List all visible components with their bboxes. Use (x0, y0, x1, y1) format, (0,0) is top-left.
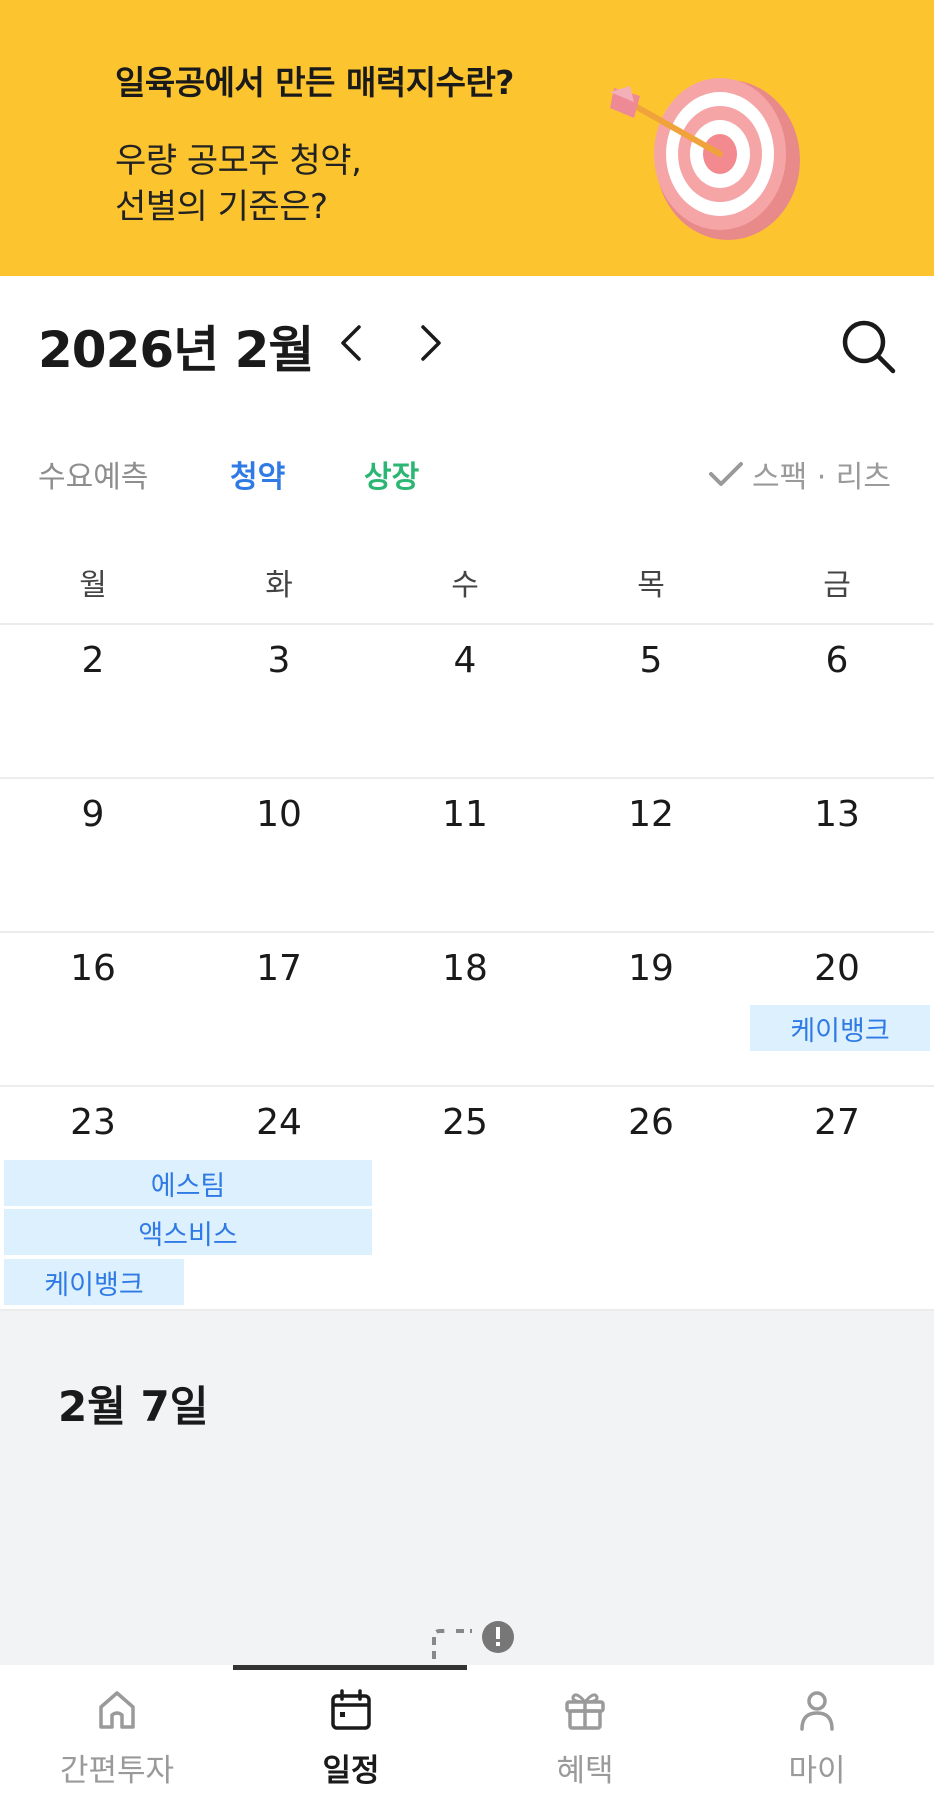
calendar-day[interactable]: 4 (372, 640, 558, 681)
week-divider (0, 623, 934, 625)
calendar-day[interactable]: 17 (186, 948, 372, 989)
banner-subtitle-line1: 우량 공모주 청약, (115, 141, 362, 181)
tab-schedule[interactable]: 일정 (234, 1687, 468, 1790)
calendar-day[interactable]: 16 (0, 948, 186, 989)
filter-listing[interactable]: 상장 (364, 452, 419, 496)
tab-label: 혜택 (556, 1753, 614, 1789)
weekday-header: 월 화 수 목 금 (0, 560, 934, 624)
calendar-day[interactable]: 11 (372, 794, 558, 835)
calendar-day[interactable]: 19 (558, 948, 744, 989)
prev-month-button[interactable] (326, 318, 376, 368)
filter-spac-reits-label: 스팩 · 리츠 (752, 460, 892, 495)
banner-title: 일육공에서 만든 매력지수란? (115, 63, 514, 102)
calendar-day[interactable]: 13 (744, 794, 930, 835)
weekday-thu: 목 (637, 568, 665, 603)
event-chip[interactable]: 케이뱅크 (4, 1259, 184, 1305)
event-chip[interactable]: 에스팀 (4, 1160, 372, 1206)
calendar-day[interactable]: 23 (0, 1102, 186, 1143)
calendar-day[interactable]: 25 (372, 1102, 558, 1143)
dart-target-icon (610, 78, 800, 240)
tab-label: 마이 (788, 1753, 846, 1789)
search-button[interactable] (838, 316, 898, 376)
filter-spac-reits[interactable]: 스팩 · 리츠 (708, 452, 891, 496)
chevron-right-icon (421, 325, 441, 361)
filter-subscription[interactable]: 청약 (230, 452, 285, 496)
tab-label: 간편투자 (59, 1753, 175, 1789)
event-chip[interactable]: 케이뱅크 (750, 1005, 930, 1051)
weekday-wed: 수 (451, 568, 479, 603)
banner-subtitle: 우량 공모주 청약, 선별의 기준은? (115, 138, 362, 230)
search-icon (842, 320, 896, 374)
chevron-left-icon (341, 325, 361, 361)
tab-my[interactable]: 마이 (700, 1687, 934, 1790)
calendar-day[interactable]: 6 (744, 640, 930, 681)
weekday-fri: 금 (823, 568, 851, 603)
month-title: 2026년 2월 (38, 321, 314, 379)
next-month-button[interactable] (406, 318, 456, 368)
person-icon (800, 1691, 834, 1731)
calendar-day[interactable]: 3 (186, 640, 372, 681)
calendar-day[interactable]: 10 (186, 794, 372, 835)
weekday-tue: 화 (265, 568, 293, 603)
week-divider (0, 1085, 934, 1087)
filter-demand-forecast[interactable]: 수요예측 (38, 452, 148, 496)
selected-date-panel: 2월 7일 (0, 1311, 934, 1665)
calendar-icon (331, 1689, 371, 1730)
selected-date-title: 2월 7일 (58, 1382, 209, 1431)
banner-subtitle-line2: 선별의 기준은? (115, 187, 328, 227)
calendar-day[interactable]: 26 (558, 1102, 744, 1143)
event-chip[interactable]: 액스비스 (4, 1209, 372, 1255)
calendar-day[interactable]: 5 (558, 640, 744, 681)
week-divider (0, 777, 934, 779)
calendar-day[interactable]: 24 (186, 1102, 372, 1143)
calendar-day[interactable]: 12 (558, 794, 744, 835)
gift-icon (565, 1693, 605, 1730)
weekday-mon: 월 (79, 568, 107, 603)
week-divider (0, 931, 934, 933)
active-tab-indicator (233, 1665, 467, 1670)
tab-simple-invest[interactable]: 간편투자 (0, 1687, 234, 1790)
calendar-day[interactable]: 2 (0, 640, 186, 681)
home-icon (99, 1691, 135, 1729)
bottom-navigation: 간편투자 일정 혜택 마이 (0, 1665, 934, 1809)
alert-icon[interactable] (428, 1619, 518, 1665)
tab-benefits[interactable]: 혜택 (468, 1687, 702, 1790)
check-icon (709, 462, 743, 486)
calendar-day[interactable]: 20 (744, 948, 930, 989)
calendar-day[interactable]: 9 (0, 794, 186, 835)
calendar-day[interactable]: 27 (744, 1102, 930, 1143)
calendar-day[interactable]: 18 (372, 948, 558, 989)
tab-label: 일정 (322, 1753, 380, 1789)
promo-banner[interactable]: 일육공에서 만든 매력지수란? 우량 공모주 청약, 선별의 기준은? (0, 0, 934, 276)
